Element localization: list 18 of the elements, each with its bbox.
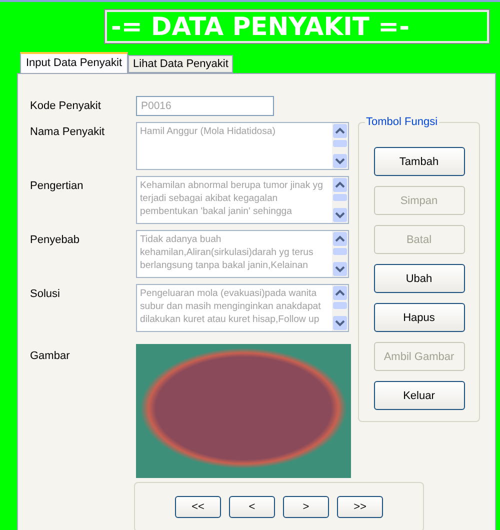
function-button[interactable]: Hapus — [374, 303, 464, 332]
field-label: Pengertian — [30, 179, 84, 194]
field-label: Gambar — [30, 349, 71, 362]
tab[interactable]: Input Data Penyakit — [20, 52, 128, 73]
field-label: Nama Penyakit — [30, 125, 106, 140]
form-title: -= DATA PENYAKIT =- — [105, 10, 489, 43]
nav-button[interactable]: > — [283, 496, 329, 518]
function-button[interactable]: Ubah — [374, 264, 464, 293]
field-label: Solusi — [30, 287, 61, 302]
group-title: Tombol Fungsi — [365, 116, 439, 128]
field-label: Kode Penyakit — [30, 99, 102, 114]
nav-button[interactable]: < — [229, 496, 275, 518]
function-button[interactable]: Tambah — [374, 147, 464, 176]
nav-button[interactable]: << — [175, 496, 221, 518]
nav-button[interactable]: >> — [337, 496, 383, 518]
field-label: Penyebab — [30, 233, 81, 248]
tab[interactable]: Lihat Data Penyakit — [128, 55, 234, 73]
function-button[interactable]: Keluar — [374, 381, 464, 410]
